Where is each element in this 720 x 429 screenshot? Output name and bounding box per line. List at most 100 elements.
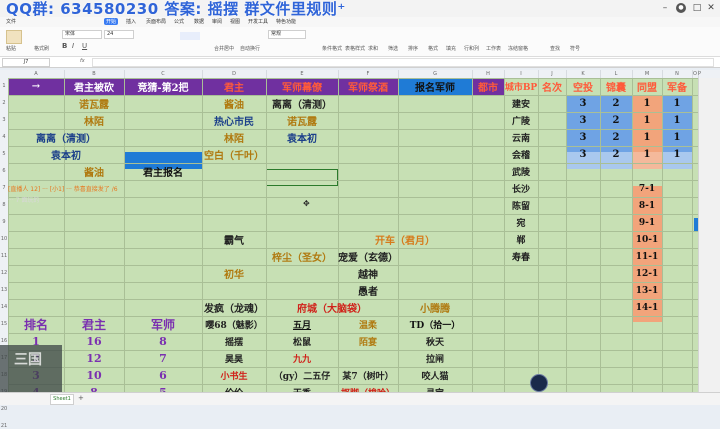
column-header[interactable]: L <box>600 70 633 78</box>
cell-e12[interactable]: 梓尘（圣女） <box>266 248 338 265</box>
menu-insert[interactable]: 插入 <box>124 18 138 25</box>
header-city-bp[interactable]: 城市BP <box>504 78 538 95</box>
kit-value[interactable]: 2 <box>600 146 632 163</box>
cell-f14[interactable]: 愚者 <box>338 282 398 299</box>
avatar[interactable]: ● <box>676 3 686 13</box>
armament-value[interactable]: 1 <box>662 95 692 112</box>
player-name-cell[interactable]: 五月 <box>266 316 338 333</box>
player-name-cell[interactable]: 摇摆 <box>202 333 266 350</box>
cell-f13[interactable]: 越神 <box>338 265 398 282</box>
name-box[interactable]: J7 <box>2 58 50 67</box>
alliance-label[interactable]: 9-1 <box>632 214 662 231</box>
cell-e2[interactable]: 离离（清测） <box>266 95 338 112</box>
sheet-tab-sheet1[interactable]: Sheet1 <box>50 394 74 405</box>
header-rank[interactable]: 名次 <box>538 78 566 95</box>
column-header[interactable]: F <box>338 70 399 78</box>
ranking-lord-score[interactable]: 16 <box>64 333 124 350</box>
menu-review[interactable]: 审阅 <box>210 18 224 25</box>
column-header[interactable]: P <box>698 70 701 78</box>
column-header[interactable]: M <box>632 70 663 78</box>
cell-b2[interactable]: 诺瓦露 <box>64 95 124 112</box>
menu-page-layout[interactable]: 页面布局 <box>144 18 168 25</box>
sort-button[interactable]: 排序 <box>408 45 418 52</box>
alliance-label[interactable]: 8-1 <box>632 197 662 214</box>
row-header[interactable]: 4 <box>0 134 8 140</box>
header-lord[interactable]: 君主 <box>202 78 266 95</box>
cell-d2[interactable]: 酱油 <box>202 95 266 112</box>
row-header[interactable]: 8 <box>0 202 8 208</box>
header-advisor-staff[interactable]: 军师幕僚 <box>266 78 338 95</box>
cell-d3[interactable]: 热心市民 <box>202 112 266 129</box>
bold-button[interactable]: B <box>62 42 67 50</box>
underline-button[interactable]: U <box>82 42 87 50</box>
cell-d4[interactable]: 林陌 <box>202 129 266 146</box>
cell-g15[interactable]: 小腾腾 <box>398 299 472 316</box>
column-header[interactable]: B <box>64 70 125 78</box>
ranking-advisor-score[interactable]: 7 <box>124 350 202 367</box>
airdrop-value[interactable]: 3 <box>566 129 600 146</box>
row-header[interactable]: 10 <box>0 236 8 242</box>
city-cell[interactable]: 广陵 <box>504 112 538 129</box>
row-header[interactable]: 3 <box>0 117 8 123</box>
alliance-label[interactable]: 13-1 <box>632 282 662 299</box>
row-header[interactable]: 15 <box>0 321 8 327</box>
city-cell[interactable]: 长沙 <box>504 180 538 197</box>
menu-view[interactable]: 视图 <box>228 18 242 25</box>
cell-b3[interactable]: 林陌 <box>64 112 124 129</box>
row-header[interactable]: 2 <box>0 100 8 106</box>
conditional-format-button[interactable]: 条件格式 <box>322 45 342 52</box>
column-header[interactable]: G <box>398 70 473 78</box>
maximize-icon[interactable]: □ <box>692 3 702 13</box>
menu-file[interactable]: 文件 <box>4 18 18 25</box>
cell-f12[interactable]: 宠爱（玄德） <box>338 248 398 265</box>
fx-icon[interactable]: fx <box>80 58 85 64</box>
cell-b5[interactable]: 袁本初 <box>8 146 124 163</box>
armament-value[interactable]: 1 <box>662 129 692 146</box>
alliance-value[interactable]: 1 <box>632 112 662 129</box>
format-brush-button[interactable]: 格式刷 <box>34 45 49 52</box>
row-header[interactable]: 16 <box>0 338 8 344</box>
cell-d15[interactable]: 发疯（龙魂） <box>202 299 266 316</box>
menu-formula[interactable]: 公式 <box>172 18 186 25</box>
alliance-value[interactable]: 1 <box>632 129 662 146</box>
find-button[interactable]: 查找 <box>550 45 560 52</box>
alliance-label[interactable]: 12-1 <box>632 265 662 282</box>
selected-cell[interactable] <box>266 169 338 186</box>
alliance-label[interactable]: 10-1 <box>632 231 662 248</box>
column-header[interactable]: E <box>266 70 339 78</box>
header-kit[interactable]: 锦囊 <box>600 78 632 95</box>
format-button[interactable]: 格式 <box>428 45 438 52</box>
add-sheet-icon[interactable]: + <box>78 394 84 402</box>
cell-b6[interactable]: 酱油 <box>64 163 124 180</box>
menu-special[interactable]: 特色功能 <box>274 18 298 25</box>
ranking-lord-score[interactable]: 12 <box>64 350 124 367</box>
alliance-label[interactable]: 14-1 <box>632 299 662 316</box>
player-name-cell[interactable]: 九九 <box>266 350 338 367</box>
column-header[interactable]: H <box>472 70 505 78</box>
city-cell[interactable]: 武陵 <box>504 163 538 180</box>
cell-e3[interactable]: 诺瓦露 <box>266 112 338 129</box>
cell-d13[interactable]: 初华 <box>202 265 266 282</box>
rows-cols-button[interactable]: 行和列 <box>464 45 479 52</box>
cell-d5[interactable]: 空白（千叶） <box>202 146 266 163</box>
kit-value[interactable]: 2 <box>600 95 632 112</box>
font-size-select[interactable]: 24 <box>104 30 134 39</box>
player-name-cell[interactable]: 咬人猫 <box>398 367 472 384</box>
align-icon[interactable] <box>180 32 200 40</box>
kit-value[interactable]: 2 <box>600 112 632 129</box>
player-name-cell[interactable]: 拉闸 <box>398 350 472 367</box>
header-city[interactable]: 都市 <box>472 78 504 95</box>
cell-f11[interactable]: 开车（君月） <box>338 231 472 248</box>
symbol-button[interactable]: 符号 <box>570 45 580 52</box>
column-header[interactable]: J <box>538 70 567 78</box>
row-header[interactable]: 7 <box>0 185 8 191</box>
number-format-select[interactable]: 常规 <box>268 30 306 39</box>
minimize-icon[interactable]: – <box>660 3 670 13</box>
player-name-cell[interactable]: 寻宝 <box>398 384 472 392</box>
cell-e4[interactable]: 袁本初 <box>266 129 338 146</box>
close-icon[interactable]: ✕ <box>706 3 716 13</box>
column-header[interactable]: C <box>124 70 203 78</box>
city-cell[interactable]: 建安 <box>504 95 538 112</box>
header-advisor-chief[interactable]: 军师祭酒 <box>338 78 398 95</box>
row-header[interactable]: 20 <box>0 406 8 412</box>
